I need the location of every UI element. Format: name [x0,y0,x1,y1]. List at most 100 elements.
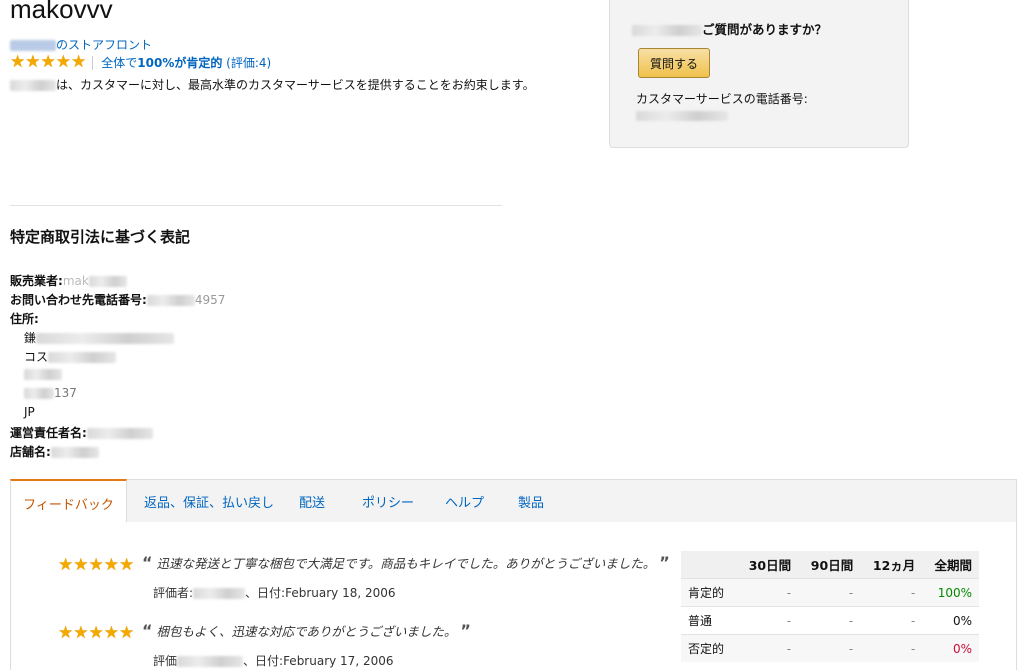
redacted-shop-name [50,447,99,458]
table-cell: - [736,634,799,662]
table-cell: - [798,606,861,635]
tab-feedback[interactable]: フィードバック [10,479,127,525]
customer-service-phone-label: カスタマーサービスの電話番号: [636,92,808,106]
redacted-address [36,333,175,344]
tab-policy[interactable]: ポリシー [362,480,414,523]
seller-value: mak [62,274,89,288]
redacted-rater [193,588,246,599]
table-header-row: 30日間 90日間 12ヵ月 全期間 [681,551,979,579]
manager-label: 運営責任者名: [10,426,87,440]
storefront-link[interactable]: のストアフロント [10,36,152,53]
address-line: コス [24,348,117,365]
legal-notice-heading: 特定商取引法に基づく表記 [10,228,191,246]
phone-row: お問い合わせ先電話番号: 4957 [10,291,225,308]
star-icon: ★ [25,52,41,72]
storefront-link-label: のストアフロント [56,38,153,52]
phone-value: 4957 [194,293,226,307]
star-icon: ★ [119,623,135,643]
redacted-store-name [10,40,56,51]
open-quote-icon: “ [142,553,153,572]
table-row: 普通 - - - 0% [681,606,979,635]
table-cell: 0% [922,634,979,662]
tab-products[interactable]: 製品 [518,480,544,523]
rater-label: 評価 [153,654,178,668]
rating-positive-percent: 100%が肯定的 [137,56,223,70]
address-line-text: 鎌 [24,331,37,345]
store-title: makovvv [10,0,113,24]
feedback-text: 梱包もよく、迅速な対応でありがとうございました。 [156,624,457,639]
rating-summary: ★ ★ ★ ★ ★ 全体で100%が肯定的 (評価:4) [10,54,271,71]
redacted-seller [88,276,127,287]
address-line: JP [24,405,35,419]
service-promise-text: は、カスタマーに対し、最高水準のカスタマーサービスを提供することをお約束します。 [56,78,535,92]
manager-row: 運営責任者名: [10,424,153,441]
ask-question-button[interactable]: 質問する [638,48,710,78]
close-quote-icon: ” [659,553,670,572]
table-header: 30日間 [736,551,799,579]
feedback-meta: 評価 、日付:February 17, 2006 [153,652,394,669]
redacted-address [48,352,117,363]
table-header [681,551,737,579]
shop-name-label: 店舗名: [10,445,51,459]
table-header: 全期間 [922,551,979,579]
date-label: 、日付: [245,586,286,600]
open-quote-icon: “ [142,621,153,640]
table-cell: - [860,634,923,662]
table-cell: - [860,578,923,607]
feedback-comment: “ 迅速な発送と丁寧な梱包で大満足です。商品もキレイでした。ありがとうございまし… [142,553,670,572]
service-promise: は、カスタマーに対し、最高水準のカスタマーサービスを提供することをお約束します。 [10,76,535,93]
redacted-store-name [632,25,702,36]
redacted-rater [177,656,244,667]
seller-label: 販売業者: [10,274,63,288]
star-icon: ★ [58,555,74,575]
address-line-text: コス [24,350,49,364]
address-line: 137 [24,386,77,400]
tab-help[interactable]: ヘルプ [445,480,484,523]
feedback-date: February 18, 2006 [285,586,396,600]
row-label: 否定的 [681,634,737,662]
seller-row: 販売業者:mak [10,272,127,289]
redacted-phone-number [636,111,728,121]
tab-shipping[interactable]: 配送 [299,480,325,523]
table-cell: - [736,578,799,607]
feedback-summary-table: 30日間 90日間 12ヵ月 全期間 肯定的 - - - 100% 普通 - -… [681,551,979,662]
star-icon: ★ [73,623,89,643]
ask-question-box: ご質問がありますか？ 質問する カスタマーサービスの電話番号: [609,0,909,148]
section-divider [10,205,502,206]
feedback-date: February 17, 2006 [283,654,394,668]
star-icon: ★ [71,52,87,72]
redacted-address [24,388,54,399]
table-header: 90日間 [798,551,861,579]
star-icon: ★ [40,52,56,72]
redacted-manager [86,428,153,439]
date-label: 、日付: [243,654,284,668]
star-icon: ★ [10,52,26,72]
address-line [24,367,62,381]
star-icon: ★ [55,52,71,72]
close-quote-icon: ” [460,621,471,640]
table-cell: 0% [922,606,979,635]
address-country: JP [24,405,35,419]
row-label: 普通 [681,606,737,635]
rater-label: 評価者: [153,586,194,600]
star-icon: ★ [119,555,135,575]
ask-question-title: ご質問がありますか？ [632,19,827,38]
redacted-store-name [10,80,56,91]
rating-summary-link[interactable]: 全体で100%が肯定的 (評価:4) [101,54,271,71]
star-icon: ★ [88,555,104,575]
rating-prefix: 全体で [101,56,138,70]
tab-returns[interactable]: 返品、保証、払い戻し [144,480,274,523]
star-icon: ★ [103,623,119,643]
table-cell: 100% [922,578,979,607]
feedback-rating: ★★★★★ [58,557,134,574]
star-icon: ★ [73,555,89,575]
feedback-meta: 評価者: 、日付:February 18, 2006 [153,584,396,601]
phone-label: お問い合わせ先電話番号: [10,293,147,307]
redacted-address [24,369,62,380]
address-line: 鎌 [24,329,175,346]
address-label: 住所: [10,312,39,326]
feedback-comment: “ 梱包もよく、迅速な対応でありがとうございました。 ” [142,621,471,640]
star-icon: ★ [103,555,119,575]
shop-name-row: 店舗名: [10,443,99,460]
feedback-rating: ★★★★★ [58,625,134,642]
